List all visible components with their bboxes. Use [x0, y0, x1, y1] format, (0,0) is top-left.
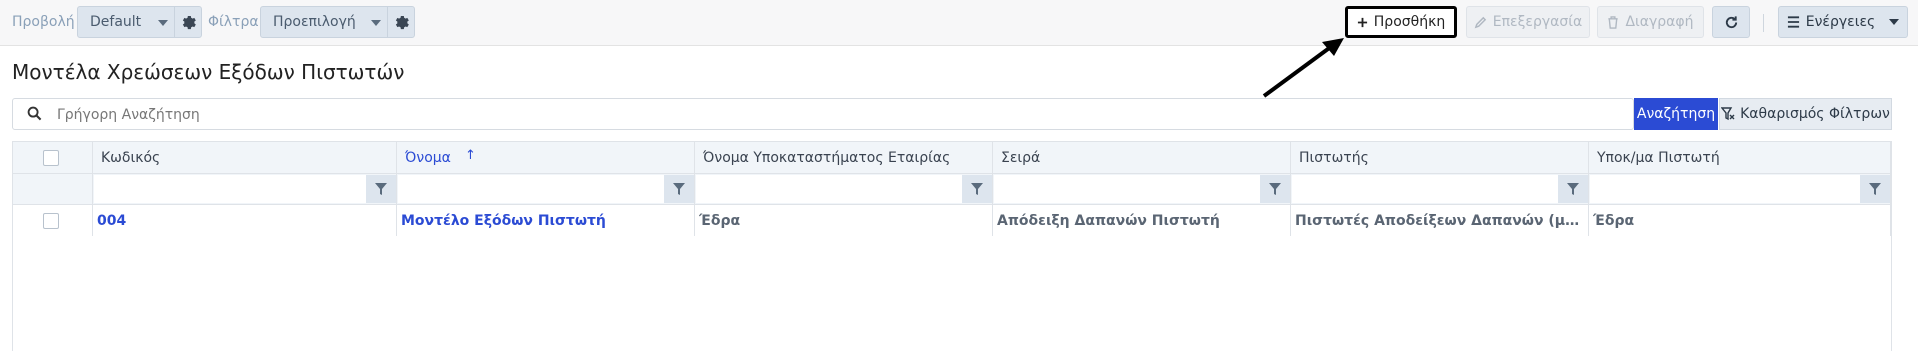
row-select-cell: [13, 205, 93, 236]
cell-series: Απόδειξη Δαπανών Πιστωτή: [993, 205, 1291, 236]
trash-icon: [1608, 15, 1619, 29]
filter-cell-select: [13, 174, 93, 204]
view-select[interactable]: Default: [77, 6, 202, 38]
grid-filter-row: [13, 174, 1891, 205]
toolbar: Προβολή Default Φίλτρα Προεπιλογή Προσθή…: [0, 0, 1918, 46]
cell-creditor: Πιστωτές Αποδείξεων Δαπανών (μικροέξοδα): [1291, 205, 1589, 236]
add-button-label: Προσθήκη: [1373, 14, 1446, 30]
refresh-icon: [1725, 15, 1737, 28]
actions-button-label: Ενέργειες: [1805, 14, 1876, 30]
search-button[interactable]: Αναζήτηση: [1634, 98, 1718, 130]
filter-input-creditor[interactable]: [1292, 175, 1558, 203]
refresh-button[interactable]: [1712, 6, 1750, 38]
filter-button-series[interactable]: [1260, 175, 1290, 203]
filter-button-creditor-branch[interactable]: [1860, 175, 1890, 203]
chevron-down-icon: [1889, 19, 1900, 25]
quick-search: [12, 98, 1634, 130]
column-header-name[interactable]: Όνομα ↑: [397, 142, 695, 173]
cell-code[interactable]: 004: [93, 205, 397, 236]
filter-cell-name: [397, 174, 695, 204]
filters-select[interactable]: Προεπιλογή: [260, 6, 415, 38]
filter-icon: [1269, 183, 1281, 195]
menu-icon: [1787, 16, 1799, 28]
view-settings-button[interactable]: [174, 7, 202, 37]
filter-cell-creditor: [1291, 174, 1589, 204]
clear-filters-button[interactable]: Καθαρισμός Φίλτρων: [1719, 98, 1892, 130]
filter-icon: [1869, 183, 1881, 195]
table-row[interactable]: 004 Μοντέλο Εξόδων Πιστωτή Έδρα Απόδειξη…: [13, 205, 1891, 236]
edit-button-label: Επεξεργασία: [1492, 14, 1583, 30]
select-all-checkbox[interactable]: [43, 150, 59, 166]
gear-icon: [182, 15, 196, 29]
row-checkbox[interactable]: [43, 213, 59, 229]
column-header-branch[interactable]: Όνομα Υποκαταστήματος Εταιρίας: [695, 142, 993, 173]
add-button[interactable]: Προσθήκη: [1345, 6, 1457, 38]
clear-filters-label: Καθαρισμός Φίλτρων: [1740, 106, 1890, 122]
delete-button[interactable]: Διαγραφή: [1597, 6, 1704, 38]
view-select-value: Default: [90, 14, 142, 30]
filter-input-creditor-branch[interactable]: [1590, 175, 1860, 203]
search-icon: [27, 106, 42, 121]
column-header-creditor-branch[interactable]: Υποκ/μα Πιστωτή: [1589, 142, 1891, 173]
cell-creditor-branch: Έδρα: [1589, 205, 1891, 236]
filter-cell-series: [993, 174, 1291, 204]
filter-button-creditor[interactable]: [1558, 175, 1588, 203]
sort-up-icon: ↑: [465, 148, 476, 163]
filter-input-series[interactable]: [994, 175, 1260, 203]
grid-header-row: Κωδικός Όνομα ↑ Όνομα Υποκαταστήματος Ετ…: [13, 142, 1891, 174]
filter-icon: [971, 183, 983, 195]
filter-cell-branch: [695, 174, 993, 204]
data-grid: Κωδικός Όνομα ↑ Όνομα Υποκαταστήματος Ετ…: [12, 141, 1892, 351]
gear-icon: [395, 15, 409, 29]
annotation-arrow: [1262, 38, 1344, 98]
delete-button-label: Διαγραφή: [1625, 14, 1694, 30]
select-all-cell: [13, 142, 93, 173]
filter-input-branch[interactable]: [696, 175, 962, 203]
column-header-creditor[interactable]: Πιστωτής: [1291, 142, 1589, 173]
filter-input-name[interactable]: [398, 175, 664, 203]
filters-settings-button[interactable]: [387, 7, 415, 37]
filter-input-code[interactable]: [94, 175, 366, 203]
filters-select-value: Προεπιλογή: [273, 14, 356, 30]
filters-label: Φίλτρα: [208, 14, 259, 30]
plus-icon: [1357, 17, 1367, 27]
filter-icon: [673, 183, 685, 195]
pencil-icon: [1474, 16, 1486, 28]
actions-button[interactable]: Ενέργειες: [1778, 6, 1908, 38]
filter-button-branch[interactable]: [962, 175, 992, 203]
page-title: Μοντέλα Χρεώσεων Εξόδων Πιστωτών: [12, 60, 405, 84]
filter-cell-creditor-branch: [1589, 174, 1891, 204]
chevron-down-icon: [371, 20, 381, 26]
column-header-series[interactable]: Σειρά: [993, 142, 1291, 173]
view-label: Προβολή: [12, 14, 75, 30]
chevron-down-icon: [158, 20, 168, 26]
cell-branch: Έδρα: [695, 205, 993, 236]
column-header-code[interactable]: Κωδικός: [93, 142, 397, 173]
filter-button-name[interactable]: [664, 175, 694, 203]
filter-icon: [375, 183, 387, 195]
filter-icon: [1567, 183, 1579, 195]
filter-button-code[interactable]: [366, 175, 396, 203]
search-input[interactable]: [57, 105, 1557, 125]
edit-button[interactable]: Επεξεργασία: [1466, 6, 1590, 38]
filter-cell-code: [93, 174, 397, 204]
filter-clear-icon: [1721, 107, 1735, 121]
cell-name[interactable]: Μοντέλο Εξόδων Πιστωτή: [397, 205, 695, 236]
toolbar-divider: [1763, 14, 1764, 32]
